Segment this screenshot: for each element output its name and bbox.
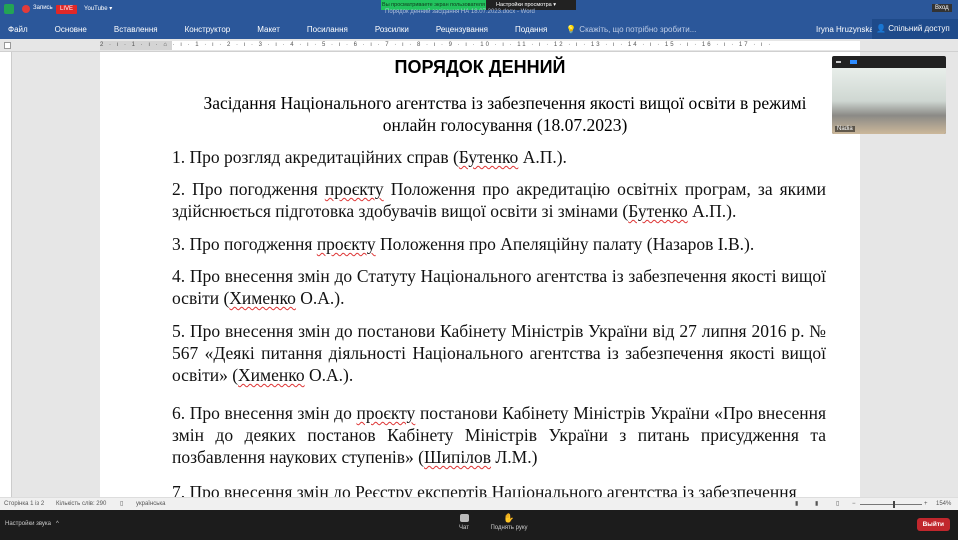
raise-hand-label: Поднять руку: [490, 525, 528, 531]
document-title-heading: ПОРЯДОК ДЕННИЙ: [394, 57, 566, 77]
chevron-up-icon[interactable]: ^: [56, 521, 59, 527]
participant-name: Nadia: [835, 126, 855, 132]
hand-icon: ✋: [503, 513, 515, 523]
agenda-item: 4. Про внесення змін до Статуту Націонал…: [172, 265, 826, 309]
document-subtitle: Засідання Національного агентства із заб…: [203, 93, 807, 135]
zoom-in-button[interactable]: +: [924, 498, 928, 510]
zoom-out-button[interactable]: −: [852, 498, 856, 510]
audio-settings[interactable]: Настройки звука: [5, 521, 51, 527]
chat-label: Чат: [459, 525, 469, 531]
lightbulb-icon: 💡: [566, 24, 577, 34]
tab-mailings[interactable]: Розсилки: [375, 25, 409, 34]
user-name[interactable]: Iryna Hruzynska: [816, 25, 874, 34]
tab-view[interactable]: Подання: [515, 25, 547, 34]
camera-icon[interactable]: [850, 60, 857, 64]
text-segment: О.А.).: [295, 288, 345, 308]
text-segment: А.П.).: [687, 201, 737, 221]
horizontal-ruler[interactable]: 2 · ı · 1 · ı · ⌂ · ı · 1 · ı · 2 · ı · …: [0, 39, 958, 52]
live-badge[interactable]: LIVE: [56, 5, 78, 14]
text-segment: 6. Про внесення змін до: [172, 403, 357, 423]
language[interactable]: українська: [136, 498, 166, 510]
tab-insert[interactable]: Вставлення: [114, 25, 158, 34]
text-segment: 3. Про погодження: [172, 234, 317, 254]
misspelled-word: Бутенко: [628, 201, 688, 221]
share-label: Спільний доступ: [888, 24, 950, 33]
zoom-slider[interactable]: [860, 501, 922, 508]
agenda-item: 6. Про внесення змін до проєкту постанов…: [172, 402, 826, 468]
shield-icon: [4, 4, 14, 14]
record-icon: [22, 5, 30, 13]
login-button[interactable]: Вход: [932, 4, 952, 12]
misspelled-word: Шипілов: [424, 447, 492, 467]
status-bar: Сторінка 1 із 2 Кількість слів: 290 ▯ ук…: [0, 497, 958, 510]
document-page[interactable]: ПОРЯДОК ДЕННИЙ Засідання Національного а…: [100, 52, 860, 502]
chat-button[interactable]: Чат: [454, 514, 474, 531]
youtube-menu[interactable]: YouTube ▾: [84, 5, 112, 12]
text-segment: Л.М.): [491, 447, 538, 467]
text-segment: Положення про Апеляційну палату (Назаров…: [375, 234, 755, 254]
tab-file[interactable]: Файл: [8, 25, 28, 34]
text-segment: А.П.).: [518, 147, 567, 167]
page-count[interactable]: Сторінка 1 із 2: [4, 498, 44, 510]
web-layout-icon[interactable]: ▯: [836, 498, 839, 510]
raise-hand-button[interactable]: ✋ Поднять руку: [486, 513, 532, 532]
tell-me-input[interactable]: Скажіть, що потрібно зробити...: [579, 25, 696, 34]
proofing-icon[interactable]: ▯: [120, 498, 123, 510]
zoom-level[interactable]: 154%: [936, 498, 951, 510]
participant-video[interactable]: Nadia: [832, 56, 946, 134]
share-button[interactable]: 👤 Спільний доступ: [872, 19, 958, 39]
minimize-icon[interactable]: [836, 61, 841, 63]
text-segment: 2. Про погодження: [172, 179, 325, 199]
vertical-ruler[interactable]: [0, 52, 12, 497]
meeting-controls: Настройки звука ^ Чат ✋ Поднять руку Вый…: [0, 510, 958, 540]
ribbon-tabs: Файл Основне Вставлення Конструктор Маке…: [0, 19, 958, 39]
tab-home[interactable]: Основне: [55, 25, 87, 34]
misspelled-word: проєкту: [316, 234, 376, 254]
misspelled-word: Бутенко: [458, 147, 519, 167]
person-icon: 👤: [876, 24, 886, 33]
tab-design[interactable]: Конструктор: [185, 25, 231, 34]
ruler-ticks: 2 · ı · 1 · ı · ⌂ · ı · 1 · ı · 2 · ı · …: [100, 42, 773, 48]
misspelled-word: Химeнко: [229, 288, 296, 308]
print-layout-icon[interactable]: ▮: [815, 498, 818, 510]
agenda-item: 5. Про внесення змін до постанови Кабіне…: [172, 320, 826, 386]
agenda-item: 3. Про погодження проєкту Положення про …: [172, 233, 826, 255]
tab-layout[interactable]: Макет: [257, 25, 280, 34]
text-segment: О.А.).: [304, 365, 354, 385]
text-segment: 1. Про розгляд акредитаційних справ (: [172, 147, 459, 167]
video-feed: [832, 68, 946, 134]
chat-icon: [459, 514, 469, 522]
document-title: Порядок денний засідання НА 18.07.2023.d…: [385, 9, 535, 15]
word-count[interactable]: Кількість слів: 290: [56, 498, 106, 510]
misspelled-word: проєкту: [356, 403, 416, 423]
misspelled-word: Химeнко: [238, 365, 305, 385]
leave-button[interactable]: Выйти: [916, 518, 950, 531]
tab-references[interactable]: Посилання: [307, 25, 348, 34]
agenda-item: 1. Про розгляд акредитаційних справ (Бут…: [172, 146, 826, 168]
tab-review[interactable]: Рецензування: [436, 25, 488, 34]
recording-label: Запись: [33, 5, 53, 11]
tab-selector[interactable]: [4, 42, 11, 49]
agenda-item: 2. Про погодження проєкту Положення про …: [172, 178, 826, 222]
title-bar: Запись LIVE YouTube ▾ Вы просматриваете …: [0, 0, 958, 19]
read-mode-icon[interactable]: ▮: [795, 498, 798, 510]
misspelled-word: проєкту: [324, 179, 384, 199]
